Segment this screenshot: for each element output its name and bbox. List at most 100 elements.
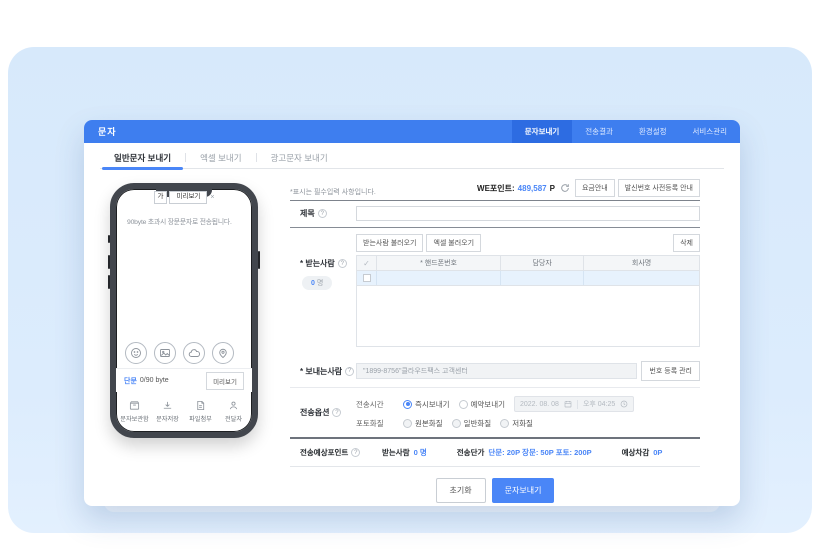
subject-input[interactable] — [356, 206, 700, 221]
preview-toggle-button[interactable]: 미리보기 — [169, 191, 207, 204]
send-reserve-radio[interactable]: 예약보내기 — [459, 399, 506, 410]
photo-quality-label: 포토화질 — [356, 418, 394, 429]
action-buttons-row: 초기화 문자보내기 — [290, 467, 700, 503]
estimate-recipient: 받는사람 0 명 — [382, 447, 427, 458]
required-note: *표시는 필수입력 사항입니다. — [290, 187, 376, 197]
tab-excel-send[interactable]: 엑셀 보내기 — [186, 152, 255, 173]
close-icon[interactable]: × — [210, 194, 214, 201]
estimate-label: 전송예상포인트 ? — [290, 447, 382, 458]
recipient-table: ✓ * 핸드폰번호 담당자 회사명 — [356, 255, 700, 347]
load-recipients-button[interactable]: 받는사람 불러오기 — [356, 234, 423, 252]
send-time-label: 전송시간 — [356, 399, 394, 410]
sender-register-guide-button[interactable]: 발신번호 사전등록 안내 — [618, 179, 700, 197]
phone-toolbar: 문자보관함 문자저장 파일첨부 전달자 — [118, 394, 250, 428]
reserve-date-value: 2022. 08. 08 — [520, 401, 559, 408]
attach-file-button[interactable]: 파일첨부 — [184, 394, 217, 428]
rate-guide-button[interactable]: 요금안내 — [575, 179, 615, 197]
help-icon[interactable]: ? — [332, 408, 341, 417]
archive-icon — [129, 400, 140, 411]
help-icon[interactable]: ? — [338, 259, 347, 268]
radio-icon — [500, 419, 509, 428]
nav-item-settings[interactable]: 환경설정 — [626, 120, 680, 143]
header-nav: 문자보내기 전송결과 환경설정 서비스관리 — [512, 120, 740, 143]
tab-bar: 일반문자 보내기 엑셀 보내기 광고문자 보내기 — [84, 143, 740, 173]
help-icon[interactable]: ? — [318, 209, 327, 218]
recipient-label-column: * 받는사람 ? 0 명 — [290, 234, 356, 347]
subject-label: 제목 ? — [290, 208, 356, 219]
cloud-icon[interactable] — [183, 342, 205, 364]
send-time-row: 전송시간 즉시보내기 예약보내기 2022. 08. 08 — [356, 396, 700, 412]
send-now-radio[interactable]: 즉시보내기 — [403, 399, 450, 410]
radio-icon — [403, 419, 412, 428]
row-checkbox-cell — [357, 271, 377, 285]
save-message-button[interactable]: 문자저장 — [151, 394, 184, 428]
phone-cell[interactable] — [377, 271, 501, 285]
column-header-phone: * 핸드폰번호 — [377, 256, 501, 270]
recipient-section: * 받는사람 ? 0 명 받는사람 불러오기 엑셀 불러오기 삭제 — [290, 228, 700, 355]
send-sms-button[interactable]: 문자보내기 — [492, 478, 555, 503]
phone-side-button — [108, 235, 110, 243]
load-excel-button[interactable]: 엑셀 불러오기 — [426, 234, 481, 252]
radio-icon — [452, 419, 461, 428]
nav-item-send-sms[interactable]: 문자보내기 — [512, 120, 573, 143]
reserve-time-value: 오후 04:25 — [583, 399, 615, 409]
phone-preview-column: 가 미리보기 × 90byte 초과시 장문문자로 전송됩니다. — [110, 183, 260, 506]
preview-controls: 가 미리보기 × — [116, 191, 252, 204]
points-unit: P — [550, 184, 555, 193]
manager-cell[interactable] — [501, 271, 584, 285]
recipient-count-badge: 0 명 — [302, 276, 332, 290]
byte-limit-hint: 90byte 초과시 장문문자로 전송됩니다. — [127, 216, 244, 226]
refresh-icon[interactable] — [560, 183, 570, 193]
reserve-datetime-field[interactable]: 2022. 08. 08 오후 04:25 — [514, 396, 634, 412]
phone-mockup: 가 미리보기 × 90byte 초과시 장문문자로 전송됩니다. — [110, 183, 258, 438]
byte-counter: 0/90 byte — [140, 377, 169, 384]
quality-original-radio[interactable]: 원본화질 — [403, 418, 443, 429]
send-options-label: 전송옵션 ? — [290, 407, 356, 418]
attachment-icon-row — [125, 342, 234, 364]
points-value: 489,587 — [518, 184, 547, 193]
preview-button[interactable]: 미리보기 — [206, 372, 244, 390]
phone-side-button — [108, 275, 110, 289]
download-icon — [162, 400, 173, 411]
nav-item-service-admin[interactable]: 서비스관리 — [680, 120, 741, 143]
phone-side-button — [108, 255, 110, 269]
phone-side-button — [258, 251, 260, 269]
sender-row: * 보내는사람 ? "1899-8756"클라우드팩스 고객센터 번호 등록 관… — [290, 355, 700, 388]
tab-general-sms[interactable]: 일반문자 보내기 — [100, 152, 185, 173]
sms-app-window: 문자 문자보내기 전송결과 환경설정 서비스관리 일반문자 보내기 엑셀 보내기… — [84, 120, 740, 506]
quality-low-radio[interactable]: 저화질 — [500, 418, 533, 429]
estimate-deduction: 예상차감 0P — [622, 447, 663, 458]
reset-button[interactable]: 초기화 — [436, 478, 486, 503]
font-size-toggle-button[interactable]: 가 — [154, 191, 168, 204]
table-row[interactable] — [357, 271, 699, 286]
photo-quality-row: 포토화질 원본화질 일반화질 저화질 — [356, 418, 700, 429]
form-info-row: *표시는 필수입력 사항입니다. WE포인트: 489,587 P 요금안내 발… — [290, 183, 700, 201]
clock-icon — [620, 400, 628, 408]
estimate-row: 전송예상포인트 ? 받는사람 0 명 전송단가 단문: 20P 장문: 50P … — [290, 439, 700, 467]
forward-contact-button[interactable]: 전달자 — [217, 394, 250, 428]
image-icon[interactable] — [154, 342, 176, 364]
row-checkbox[interactable] — [363, 274, 371, 282]
quality-normal-radio[interactable]: 일반화질 — [452, 418, 492, 429]
subject-row: 제목 ? — [290, 201, 700, 228]
send-options-section: 전송옵션 ? 전송시간 즉시보내기 예약보내기 — [290, 388, 700, 439]
delete-button[interactable]: 삭제 — [673, 234, 700, 252]
radio-icon — [403, 400, 412, 409]
help-icon[interactable]: ? — [345, 367, 354, 376]
tab-ad-sms[interactable]: 광고문자 보내기 — [257, 152, 342, 173]
recipient-label: * 받는사람 ? — [290, 258, 356, 269]
page-title: 문자 — [98, 125, 117, 138]
select-all-check-icon[interactable]: ✓ — [357, 256, 377, 270]
message-box-button[interactable]: 문자보관함 — [118, 394, 151, 428]
nav-item-send-results[interactable]: 전송결과 — [572, 120, 626, 143]
emoji-icon[interactable] — [125, 342, 147, 364]
radio-icon — [459, 400, 468, 409]
table-header-row: ✓ * 핸드폰번호 담당자 회사명 — [357, 256, 699, 271]
window-header: 문자 문자보내기 전송결과 환경설정 서비스관리 — [84, 120, 740, 143]
sender-number-field[interactable]: "1899-8756"클라우드팩스 고객센터 — [356, 363, 637, 379]
sender-label: * 보내는사람 ? — [290, 366, 356, 377]
location-icon[interactable] — [212, 342, 234, 364]
recipient-toolbar: 받는사람 불러오기 엑셀 불러오기 삭제 — [356, 234, 700, 252]
sender-number-manage-button[interactable]: 번호 등록 관리 — [641, 361, 700, 381]
help-icon[interactable]: ? — [351, 448, 360, 457]
